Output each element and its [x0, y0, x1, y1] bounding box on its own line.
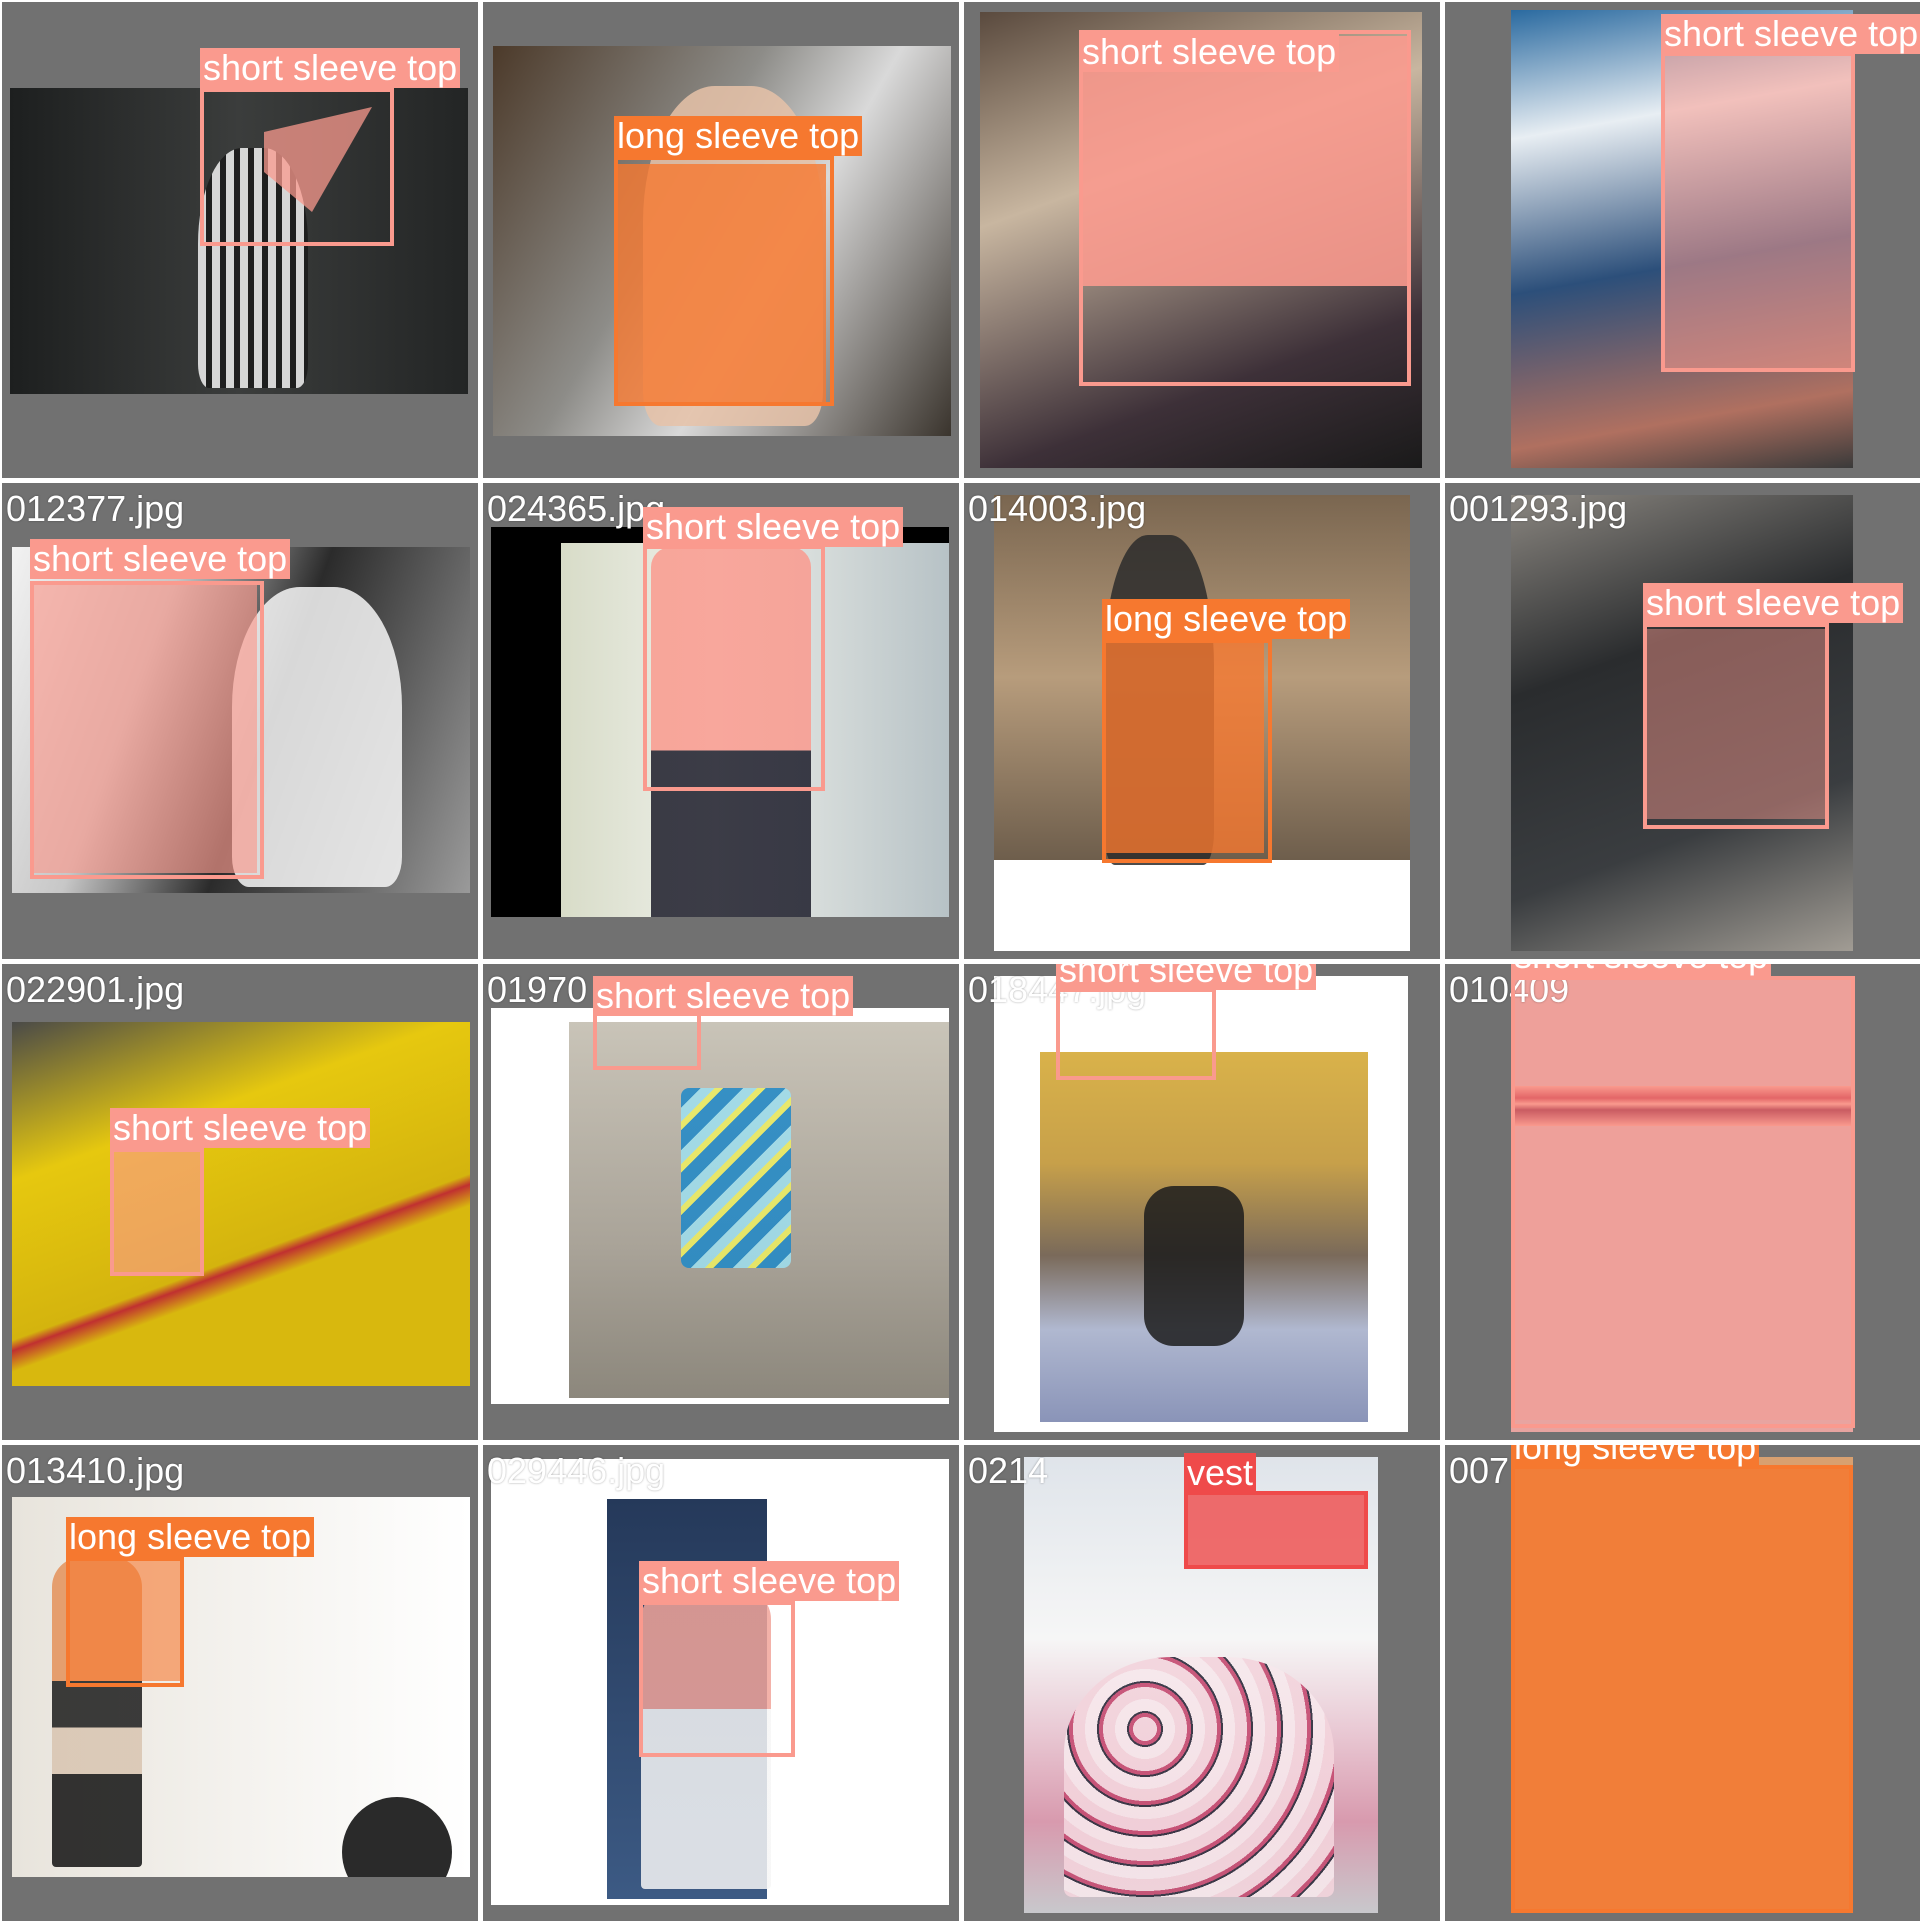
detection-label: short sleeve top — [1511, 964, 1772, 976]
image-filename: 014003.jpg — [968, 488, 1147, 529]
photo — [12, 1022, 470, 1386]
detection-box — [200, 88, 394, 246]
detection-box — [1511, 976, 1855, 1428]
result-tile[interactable]: short sleeve top — [964, 2, 1440, 478]
skirt-detail — [342, 1797, 452, 1877]
detection-label: short sleeve top — [110, 1108, 371, 1148]
result-tile[interactable]: 024365.jpg short sleeve top — [483, 483, 959, 959]
detection-label: long sleeve top — [1511, 1445, 1760, 1467]
detection-box — [1511, 1465, 1853, 1913]
result-tile[interactable]: 013410.jpg long sleeve top — [2, 1445, 478, 1921]
detection-box — [1079, 30, 1411, 386]
image-filename: 007 — [1449, 1450, 1510, 1491]
image-filename: 001293.jpg — [1449, 488, 1628, 529]
photo — [491, 1008, 949, 1404]
image-filename: 01970 — [487, 969, 588, 1010]
detection-box — [1102, 639, 1272, 863]
detection-label: long sleeve top — [66, 1517, 315, 1557]
detection-label: short sleeve top — [593, 976, 854, 1016]
detection-label: long sleeve top — [614, 116, 863, 156]
result-tile[interactable]: short sleeve top — [2, 2, 478, 478]
result-tile[interactable]: 018447.jpg short sleeve top — [964, 964, 1440, 1440]
detection-box — [639, 1601, 795, 1757]
person-figure — [681, 1088, 791, 1268]
detection-label: short sleeve top — [200, 48, 461, 88]
result-tile[interactable]: 014003.jpg long sleeve top — [964, 483, 1440, 959]
person-figure — [1144, 1186, 1244, 1346]
detection-box — [30, 581, 264, 879]
detection-box — [1056, 988, 1216, 1080]
result-tile[interactable]: short sleeve top — [1445, 2, 1920, 478]
result-tile[interactable]: long sleeve top — [483, 2, 959, 478]
detection-box — [593, 1010, 701, 1070]
detection-label: short sleeve top — [1661, 14, 1920, 54]
result-tile[interactable]: 001293.jpg short sleeve top — [1445, 483, 1920, 959]
result-tile[interactable]: 01970 short sleeve top — [483, 964, 959, 1440]
image-filename: 029446.jpg — [487, 1450, 666, 1491]
detection-label: short sleeve top — [639, 1561, 900, 1601]
image-filename: 0214 — [968, 1450, 1049, 1491]
image-filename: 012377.jpg — [6, 488, 185, 529]
image-filename: 024365.jpg — [487, 488, 666, 529]
detection-label: short sleeve top — [1643, 583, 1904, 623]
detection-label: short sleeve top — [1079, 32, 1340, 72]
detection-box — [643, 545, 825, 791]
detection-label: vest — [1184, 1453, 1257, 1493]
detection-box — [1661, 52, 1855, 372]
result-tile[interactable]: 007 long sleeve top — [1445, 1445, 1920, 1921]
result-tile[interactable]: 0214 vest — [964, 1445, 1440, 1921]
detection-box — [1643, 623, 1829, 829]
detection-box — [1184, 1491, 1368, 1569]
result-tile[interactable]: 022901.jpg short sleeve top — [2, 964, 478, 1440]
result-tile[interactable]: 029446.jpg short sleeve top — [483, 1445, 959, 1921]
detection-box — [614, 156, 834, 406]
detection-results-grid: short sleeve top long sleeve top short s… — [0, 0, 1920, 1921]
skirt-figure — [1064, 1657, 1334, 1897]
detection-label: short sleeve top — [1056, 964, 1317, 990]
result-tile[interactable]: 010409 short sleeve top — [1445, 964, 1920, 1440]
detection-label: long sleeve top — [1102, 599, 1351, 639]
detection-label: short sleeve top — [30, 539, 291, 579]
image-filename: 013410.jpg — [6, 1450, 185, 1491]
detection-box — [66, 1557, 184, 1687]
detection-label: short sleeve top — [643, 507, 904, 547]
detection-box — [110, 1148, 204, 1276]
image-filename: 022901.jpg — [6, 969, 185, 1010]
result-tile[interactable]: 012377.jpg short sleeve top — [2, 483, 478, 959]
